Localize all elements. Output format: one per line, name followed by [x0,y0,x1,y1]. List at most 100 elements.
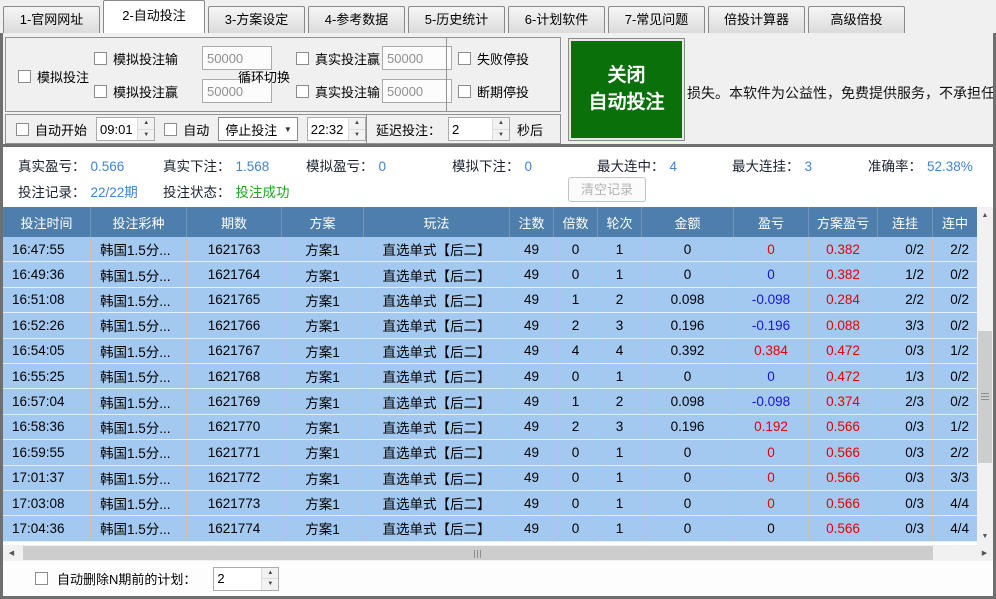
table-row[interactable]: 16:52:26 韩国1.5分... 1621766 方案1 直选单式【后二】 … [3,313,977,338]
cell-multiple: 0 [554,466,598,490]
table-row[interactable]: 16:57:04 韩国1.5分... 1621769 方案1 直选单式【后二】 … [3,389,977,414]
horizontal-scrollbar[interactable]: ◀ ▶ [3,545,993,561]
tab-advanced-multiplier[interactable]: 高级倍投 [808,6,905,33]
table-row[interactable]: 17:01:37 韩国1.5分... 1621772 方案1 直选单式【后二】 … [3,466,977,491]
stop-time-down-icon[interactable]: ▼ [349,130,365,141]
loop-switch-label: 循环切换 [238,67,290,86]
auto-delete-checkbox[interactable] [35,572,48,585]
cell-profit: 0 [734,364,809,388]
cell-lose-streak: 2/3 [878,389,933,413]
real-win-input[interactable] [382,46,452,70]
cell-win-streak: 2/2 [933,440,977,464]
stop-time-up-icon[interactable]: ▲ [349,118,365,130]
header-bets: 注数 [510,207,554,237]
auto-delete-spinner[interactable]: ▲▼ [213,567,279,591]
table-row[interactable]: 17:04:36 韩国1.5分... 1621774 方案1 直选单式【后二】 … [3,516,977,541]
cell-plan-profit: 0.382 [809,237,878,261]
cell-issue: 1621768 [187,364,282,388]
close-auto-bet-button[interactable]: 关闭 自动投注 [568,38,685,141]
sim-bet-checkbox[interactable] [18,70,31,83]
cell-plan-profit: 0.374 [809,389,878,413]
table-row[interactable]: 16:54:05 韩国1.5分... 1621767 方案1 直选单式【后二】 … [3,339,977,364]
sim-bet-value: 0 [525,159,533,174]
break-stop-label: 断期停投 [477,82,529,101]
cell-multiple: 0 [554,364,598,388]
horizontal-scrollbar-thumb[interactable] [23,546,933,560]
auto-delete-down-icon[interactable]: ▼ [262,579,278,590]
real-win-checkbox-row[interactable]: 真实投注赢 [296,49,380,68]
clear-records-button[interactable]: 清空记录 [568,177,646,202]
tab-faq[interactable]: 7-常见问题 [608,6,705,33]
cell-bet-time: 16:57:04 [3,389,91,413]
real-win-checkbox[interactable] [296,52,309,65]
real-lose-checkbox-row[interactable]: 真实投注输 [296,82,380,101]
vertical-scrollbar-thumb[interactable] [978,331,992,463]
start-time-input[interactable] [97,118,137,140]
sim-lose-checkbox[interactable] [94,52,107,65]
sim-win-checkbox-row[interactable]: 模拟投注赢 [94,82,178,101]
table-row[interactable]: 16:47:55 韩国1.5分... 1621763 方案1 直选单式【后二】 … [3,237,977,262]
scroll-left-icon[interactable]: ◀ [3,545,20,561]
fail-stop-checkbox[interactable] [458,52,471,65]
panel-divider [446,38,447,111]
stop-time-input[interactable] [308,118,348,140]
cell-bet-time: 16:49:36 [3,262,91,286]
cell-plan-profit: 0.088 [809,313,878,337]
auto-checkbox[interactable] [164,123,177,136]
vertical-scrollbar[interactable]: ▲ ▼ [977,207,993,545]
break-stop-checkbox-row[interactable]: 断期停投 [458,82,529,101]
table-row[interactable]: 16:59:55 韩国1.5分... 1621771 方案1 直选单式【后二】 … [3,440,977,465]
sim-win-checkbox[interactable] [94,85,107,98]
cell-bets: 49 [510,237,554,261]
schedule-panel: 自动开始 ▲▼ 自动 停止投注 ▼ ▲▼ [5,114,367,144]
cell-lottery: 韩国1.5分... [91,313,187,337]
auto-start-checkbox[interactable] [16,123,29,136]
tab-plan-settings[interactable]: 3-方案设定 [208,6,305,33]
sim-bet-checkbox-row[interactable]: 模拟投注 [18,67,89,86]
start-time-up-icon[interactable]: ▲ [138,118,154,130]
table-row[interactable]: 16:55:25 韩国1.5分... 1621768 方案1 直选单式【后二】 … [3,364,977,389]
auto-delete-input[interactable] [214,568,261,590]
table-row[interactable]: 17:03:08 韩国1.5分... 1621773 方案1 直选单式【后二】 … [3,491,977,516]
auto-start-checkbox-row[interactable]: 自动开始 [16,120,87,139]
sim-lose-checkbox-row[interactable]: 模拟投注输 [94,49,178,68]
table-row[interactable]: 16:49:36 韩国1.5分... 1621764 方案1 直选单式【后二】 … [3,262,977,287]
start-time-down-icon[interactable]: ▼ [138,130,154,141]
auto-delete-up-icon[interactable]: ▲ [262,568,278,580]
fail-stop-checkbox-row[interactable]: 失败停投 [458,49,529,68]
delay-up-icon[interactable]: ▲ [493,118,509,130]
cell-bets: 49 [510,516,554,540]
stop-time-spinner[interactable]: ▲▼ [307,117,366,141]
scroll-right-icon[interactable]: ▶ [976,545,993,561]
tab-plan-software[interactable]: 6-计划软件 [508,6,605,33]
cell-bet-time: 17:01:37 [3,466,91,490]
table-body: 16:47:55 韩国1.5分... 1621763 方案1 直选单式【后二】 … [3,237,977,542]
real-lose-checkbox[interactable] [296,85,309,98]
start-time-spinner[interactable]: ▲▼ [96,117,155,141]
scrollbar-grip-icon [981,393,989,401]
bet-record-value: 22/22期 [91,185,138,200]
tab-history-stats[interactable]: 5-历史统计 [408,6,505,33]
scroll-up-icon[interactable]: ▲ [977,207,993,224]
table-row[interactable]: 16:58:36 韩国1.5分... 1621770 方案1 直选单式【后二】 … [3,415,977,440]
cell-profit: 0.384 [734,339,809,363]
cell-issue: 1621772 [187,466,282,490]
delay-down-icon[interactable]: ▼ [493,130,509,141]
table-row[interactable]: 16:51:08 韩国1.5分... 1621765 方案1 直选单式【后二】 … [3,288,977,313]
break-stop-checkbox[interactable] [458,85,471,98]
cell-multiple: 0 [554,440,598,464]
delay-spinner[interactable]: ▲▼ [448,117,510,141]
delay-input[interactable] [449,118,492,140]
cell-amount: 0.196 [642,415,734,439]
stop-action-dropdown[interactable]: 停止投注 ▼ [218,117,298,141]
tab-official-site[interactable]: 1-官网网址 [3,6,100,33]
cell-lottery: 韩国1.5分... [91,237,187,261]
auto-checkbox-row[interactable]: 自动 [164,120,209,139]
tab-multiplier-calculator[interactable]: 倍投计算器 [708,6,805,33]
scroll-down-icon[interactable]: ▼ [977,528,993,545]
tab-reference-data[interactable]: 4-参考数据 [308,6,405,33]
cell-amount: 0.098 [642,288,734,312]
real-lose-input[interactable] [382,79,452,103]
tab-auto-bet[interactable]: 2-自动投注 [103,0,205,33]
cell-plan: 方案1 [282,313,364,337]
